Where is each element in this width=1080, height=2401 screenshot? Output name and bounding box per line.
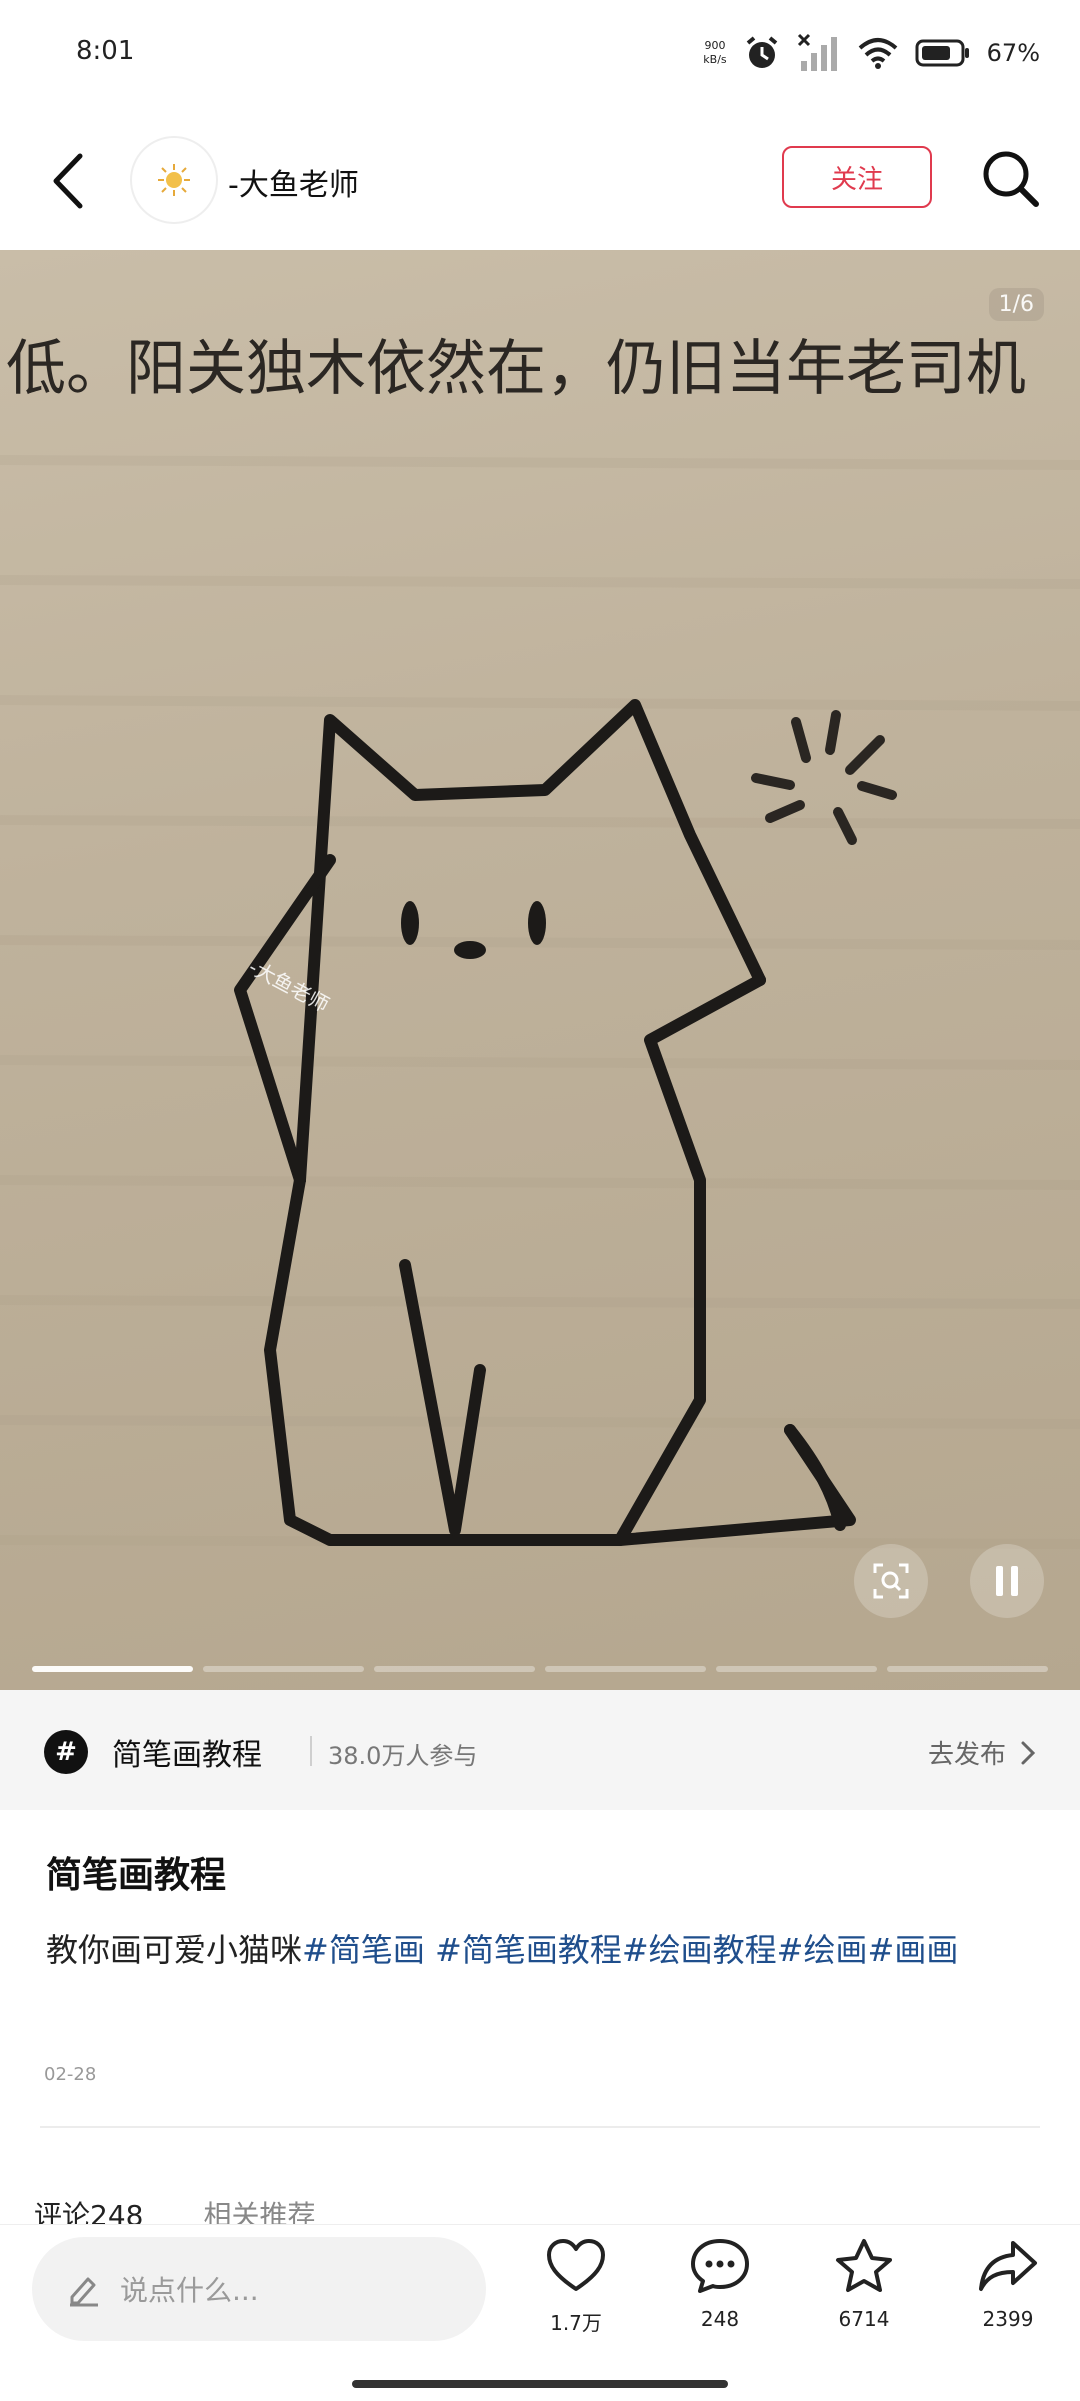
post-desc-text: 教你画可爱小猫咪: [46, 1931, 303, 1969]
signal-icon: [797, 33, 837, 71]
progress-segment: [203, 1666, 364, 1672]
bottom-action-bar: 说点什么... 1.7万 248 6714 2399: [0, 2224, 1080, 2401]
author-name[interactable]: -大鱼老师: [228, 160, 359, 204]
heart-icon: [547, 2239, 605, 2291]
post-title: 简笔画教程: [46, 1855, 227, 1896]
favorite-button[interactable]: 6714: [804, 2237, 924, 2331]
avatar[interactable]: [130, 136, 218, 224]
like-button[interactable]: 1.7万: [516, 2237, 636, 2336]
pause-icon: [996, 1566, 1018, 1596]
search-icon: [983, 151, 1039, 207]
topic-name: 简笔画教程: [112, 1738, 262, 1773]
comment-button[interactable]: 248: [660, 2237, 780, 2331]
search-button[interactable]: [976, 144, 1046, 214]
hashtag-link[interactable]: #绘画: [777, 1931, 868, 1969]
comment-bubble-icon: [691, 2239, 749, 2293]
share-button[interactable]: 2399: [948, 2237, 1068, 2331]
chevron-left-icon: [53, 153, 83, 209]
status-time: 8:01: [76, 36, 135, 66]
comment-placeholder: 说点什么...: [120, 2274, 259, 2307]
progress-segment: [545, 1666, 706, 1672]
share-arrow-icon: [979, 2241, 1037, 2291]
wifi-icon: [858, 38, 897, 69]
hashtag-link[interactable]: #画画: [868, 1931, 959, 1969]
image-search-button[interactable]: [854, 1544, 928, 1618]
alarm-icon: [746, 36, 777, 68]
scan-search-icon: [873, 1563, 909, 1599]
share-count: 2399: [982, 2307, 1034, 2331]
like-count: 1.7万: [550, 2311, 602, 2335]
progress-segment: [32, 1666, 193, 1672]
chevron-right-icon: [1021, 1741, 1036, 1764]
net-speed: 900 kB/s: [703, 39, 726, 67]
post-image[interactable]: 低。阳关独木依然在，仍旧当年老司机 1/6 -大鱼老师: [0, 250, 1080, 1690]
battery-icon: [915, 39, 969, 67]
status-bar: 8:01 900 kB/s 67%: [0, 0, 1080, 110]
progress-segment: [887, 1666, 1048, 1672]
hashtag-link[interactable]: #简笔画教程: [435, 1931, 622, 1969]
pencil-icon: [70, 2277, 98, 2307]
battery-percent: 67%: [986, 39, 1040, 67]
post-header: -大鱼老师 关注: [0, 110, 1080, 250]
topic-divider: [310, 1736, 312, 1766]
progress-segment: [374, 1666, 535, 1672]
topic-participants: 38.0万人参与: [328, 1742, 478, 1770]
slideshow-progress: [32, 1666, 1048, 1674]
sun-icon: [158, 164, 190, 196]
comment-count: 248: [700, 2307, 740, 2331]
topic-publish-label: 去发布: [927, 1740, 1006, 1770]
comment-input[interactable]: 说点什么...: [32, 2237, 486, 2341]
hashtag-link[interactable]: #绘画教程: [622, 1931, 777, 1969]
hashtag-icon: #: [44, 1730, 88, 1774]
home-indicator[interactable]: [352, 2380, 728, 2388]
net-speed-value: 900: [704, 39, 726, 52]
star-icon: [836, 2239, 892, 2292]
divider: [40, 2126, 1040, 2128]
progress-segment: [716, 1666, 877, 1672]
post-date: 02-28: [44, 2064, 97, 2085]
cat-drawing: [234, 699, 897, 1546]
hashtag-link[interactable]: #简笔画: [302, 1931, 435, 1969]
follow-button[interactable]: 关注: [782, 146, 932, 208]
post-description: 教你画可爱小猫咪#简笔画 #简笔画教程#绘画教程#绘画#画画: [46, 1920, 1036, 1980]
net-speed-unit: kB/s: [703, 53, 727, 66]
back-button[interactable]: [40, 146, 100, 216]
topic-publish-link[interactable]: 去发布: [928, 1734, 1036, 1771]
status-icons: 900 kB/s 67%: [703, 28, 1040, 78]
favorite-count: 6714: [838, 2307, 890, 2331]
pause-button[interactable]: [970, 1544, 1044, 1618]
topic-bar[interactable]: # 简笔画教程 38.0万人参与 去发布: [0, 1690, 1080, 1810]
